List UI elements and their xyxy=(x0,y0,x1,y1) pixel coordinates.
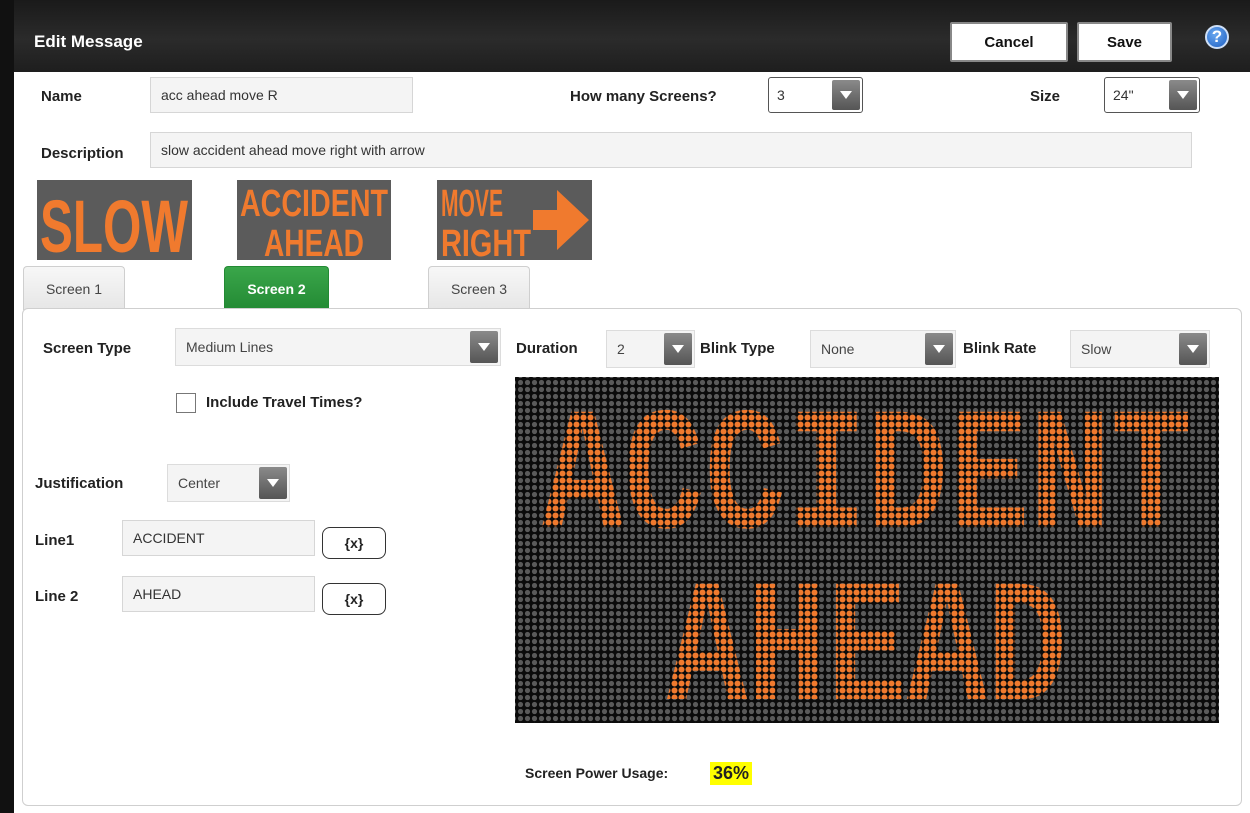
power-usage-label: Screen Power Usage: xyxy=(525,765,669,781)
chevron-down-icon[interactable] xyxy=(259,467,287,499)
blink-type-label: Blink Type xyxy=(700,340,775,357)
size-label: Size xyxy=(1030,88,1061,105)
blink-type-value: None xyxy=(821,341,855,357)
duration-value: 2 xyxy=(617,341,625,357)
line2-label: Line 2 xyxy=(35,588,79,605)
tab-screen-3[interactable]: Screen 3 xyxy=(428,266,530,310)
description-label: Description xyxy=(41,145,124,162)
chevron-down-icon[interactable] xyxy=(1169,80,1197,110)
screen-type-value: Medium Lines xyxy=(186,339,274,355)
chevron-down-icon[interactable] xyxy=(664,333,692,365)
blink-rate-label: Blink Rate xyxy=(963,340,1037,357)
thumbnail-line: MOVE xyxy=(441,183,503,225)
sign-line-1: ACCIDENT xyxy=(542,381,1192,580)
led-matrix: ACCIDENT AHEAD xyxy=(515,377,1219,752)
screens-count-value: 3 xyxy=(777,87,785,103)
thumbnail-sign: ACCIDENT AHEAD xyxy=(240,183,388,265)
chevron-down-icon[interactable] xyxy=(925,333,953,365)
justification-value: Center xyxy=(178,475,221,491)
power-usage-value: 36% xyxy=(710,762,753,785)
duration-select[interactable]: 2 xyxy=(606,330,695,368)
screen-type-select[interactable]: Medium Lines xyxy=(175,328,501,366)
justification-label: Justification xyxy=(35,475,124,492)
thumbnail-line: SLOW xyxy=(40,185,188,260)
screen-2-thumbnail[interactable]: ACCIDENT AHEAD xyxy=(237,180,391,265)
sign-line-2: AHEAD xyxy=(667,553,1067,723)
screen-3-thumbnail[interactable]: MOVE RIGHT xyxy=(437,180,592,265)
tab-screen-1[interactable]: Screen 1 xyxy=(23,266,125,310)
thumbnail-sign: SLOW xyxy=(40,185,188,268)
blink-rate-select[interactable]: Slow xyxy=(1070,330,1210,368)
cancel-button[interactable]: Cancel xyxy=(950,22,1068,62)
tab-screen-2[interactable]: Screen 2 xyxy=(224,266,329,310)
name-input[interactable]: acc ahead move R xyxy=(150,77,413,113)
chevron-down-icon[interactable] xyxy=(1179,333,1207,365)
screen-1-thumbnail[interactable]: SLOW xyxy=(37,180,192,268)
dialog-title: Edit Message xyxy=(34,32,143,51)
line1-label: Line1 xyxy=(35,532,75,549)
save-button[interactable]: Save xyxy=(1077,22,1172,62)
screens-count-select[interactable]: 3 xyxy=(768,77,863,113)
include-travel-times-label: Include Travel Times? xyxy=(206,394,363,411)
size-value: 24" xyxy=(1113,87,1134,103)
include-travel-times-checkbox[interactable] xyxy=(176,393,196,413)
line2-input[interactable]: AHEAD xyxy=(122,576,315,612)
size-select[interactable]: 24" xyxy=(1104,77,1200,113)
chevron-down-icon[interactable] xyxy=(470,331,498,363)
chevron-down-icon[interactable] xyxy=(832,80,860,110)
duration-label: Duration xyxy=(516,340,578,357)
blink-type-select[interactable]: None xyxy=(810,330,956,368)
screens-count-label: How many Screens? xyxy=(570,88,717,105)
thumbnail-sign: MOVE RIGHT xyxy=(441,183,589,265)
justification-select[interactable]: Center xyxy=(167,464,290,502)
blink-rate-value: Slow xyxy=(1081,341,1112,357)
thumbnail-line: ACCIDENT xyxy=(240,183,388,225)
line2-variable-button[interactable]: {x} xyxy=(322,583,386,615)
line1-input[interactable]: ACCIDENT xyxy=(122,520,315,556)
line1-variable-button[interactable]: {x} xyxy=(322,527,386,559)
screen-type-label: Screen Type xyxy=(43,340,132,357)
thumbnail-line: AHEAD xyxy=(264,223,364,260)
edit-message-dialog: Edit Message Cancel Save ? Name acc ahea… xyxy=(0,0,1250,813)
window-left-border xyxy=(0,0,14,813)
arrow-right-icon xyxy=(533,190,589,250)
description-input[interactable]: slow accident ahead move right with arro… xyxy=(150,132,1192,168)
name-label: Name xyxy=(41,88,82,105)
help-icon[interactable]: ? xyxy=(1205,25,1229,49)
sign-preview: ACCIDENT AHEAD xyxy=(515,377,1219,752)
thumbnail-line: RIGHT xyxy=(441,223,531,260)
